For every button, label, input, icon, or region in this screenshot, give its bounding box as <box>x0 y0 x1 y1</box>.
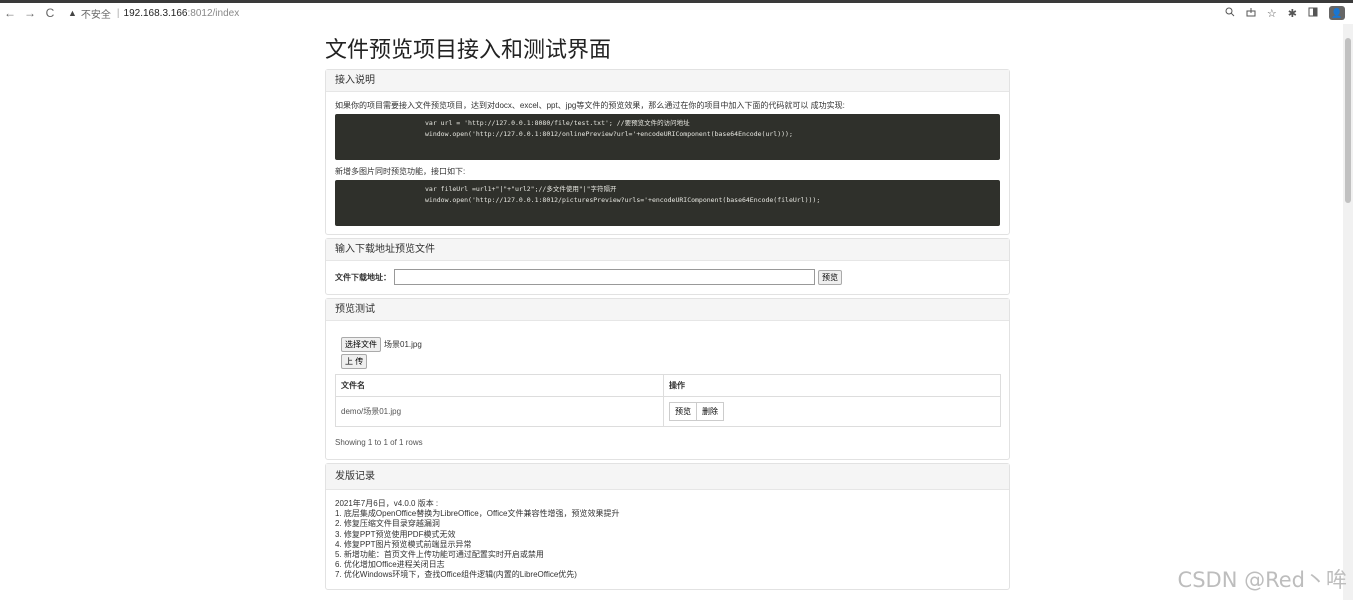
changelog-panel-heading: 发版记录 <box>326 464 1009 490</box>
extensions-icon[interactable]: ✱ <box>1288 7 1297 20</box>
back-button[interactable]: ← <box>0 6 20 20</box>
star-icon[interactable]: ☆ <box>1267 7 1277 20</box>
actions-cell: 预览 删除 <box>663 396 1001 427</box>
code-line: window.open('http://127.0.0.1:8012/pictu… <box>425 196 821 204</box>
multi-image-description: 新增多图片同时预览功能，接口如下: <box>335 167 466 176</box>
toolbar-icons: ☆ ✱ 👤 <box>1225 3 1345 23</box>
changelog-line: 1. 底层集成OpenOffice替换为LibreOffice，Office文件… <box>335 509 620 519</box>
address-bar[interactable]: ▲ 不安全 | 192.168.3.166 :8012/index <box>68 6 239 21</box>
forward-button[interactable]: → <box>20 6 40 20</box>
changelog-line: 2. 修复压缩文件目录穿越漏洞 <box>335 519 440 529</box>
code-line: var url = 'http://127.0.0.1:8080/file/te… <box>425 119 690 127</box>
code-line: var fileUrl =url1+"|"+"url2";//多文件使用"|"字… <box>425 185 617 193</box>
access-panel: 接入说明 如果你的项目需要接入文件预览项目，达到对docx、excel、ppt、… <box>325 69 1010 235</box>
zoom-icon[interactable] <box>1225 7 1235 20</box>
download-panel: 输入下载地址预览文件 文件下载地址： 预览 <box>325 238 1010 295</box>
access-panel-heading: 接入说明 <box>326 70 1009 92</box>
reload-button[interactable]: C <box>40 6 60 20</box>
file-chooser: 选择文件 场景01.jpg <box>341 337 1000 352</box>
column-header-filename: 文件名 <box>335 374 664 397</box>
column-header-actions: 操作 <box>663 374 1001 397</box>
table-header-row: 文件名 操作 <box>335 374 1001 397</box>
download-url-input[interactable] <box>394 269 815 285</box>
sidebar-icon[interactable] <box>1308 7 1318 20</box>
changelog-line: 5. 新增功能：首页文件上传功能可通过配置实时开启或禁用 <box>335 550 544 560</box>
url-path: :8012/index <box>187 7 240 19</box>
file-name-cell: demo/场景01.jpg <box>335 396 664 427</box>
page-container: 文件预览项目接入和测试界面 接入说明 如果你的项目需要接入文件预览项目，达到对d… <box>325 34 1010 590</box>
url-host: 192.168.3.166 <box>123 7 188 19</box>
code-block-multi: var fileUrl =url1+"|"+"url2";//多文件使用"|"字… <box>335 180 1000 226</box>
changelog-line: 7. 优化Windows环境下，查找Office组件逻辑(内置的LibreOff… <box>335 570 577 580</box>
code-block-single: var url = 'http://127.0.0.1:8080/file/te… <box>335 114 1000 160</box>
action-buttons: 预览 删除 <box>669 402 724 421</box>
pagination-info: Showing 1 to 1 of 1 rows <box>335 438 423 447</box>
changelog-line: 2021年7月6日，v4.0.0 版本 : <box>335 499 439 508</box>
preview-url-button[interactable]: 预览 <box>818 269 842 285</box>
test-panel: 预览测试 选择文件 场景01.jpg 上 传 文件名 操作 demo/场景01.… <box>325 298 1010 460</box>
download-panel-heading: 输入下载地址预览文件 <box>326 239 1009 261</box>
choose-file-button[interactable]: 选择文件 <box>341 337 381 352</box>
test-panel-heading: 预览测试 <box>326 299 1009 321</box>
download-form: 文件下载地址： 预览 <box>335 268 1000 286</box>
preview-file-button[interactable]: 预览 <box>669 402 697 421</box>
changelog-line: 3. 修复PPT预览使用PDF模式无效 <box>335 529 456 539</box>
code-line: window.open('http://127.0.0.1:8012/onlin… <box>425 130 793 138</box>
table-row: demo/场景01.jpg 预览 删除 <box>335 396 1001 427</box>
address-separator: | <box>116 7 120 19</box>
chosen-file-name: 场景01.jpg <box>384 340 422 349</box>
watermark: CSDN @Red丶哞 <box>1177 568 1347 592</box>
file-table: 文件名 操作 demo/场景01.jpg 预览 删除 <box>335 374 1001 427</box>
changelog-line: 6. 优化增加Office进程关闭日志 <box>335 560 445 570</box>
insecure-label: 不安全 <box>80 9 111 21</box>
browser-toolbar: ← → C ▲ 不安全 | 192.168.3.166 :8012/index … <box>0 3 1353 23</box>
page-title: 文件预览项目接入和测试界面 <box>325 37 612 62</box>
share-icon[interactable] <box>1246 7 1256 20</box>
changelog-body: 2021年7月6日，v4.0.0 版本 : 1. 底层集成OpenOffice替… <box>326 490 1009 589</box>
download-url-label: 文件下载地址： <box>335 272 391 282</box>
profile-icon[interactable]: 👤 <box>1329 6 1345 20</box>
warning-icon: ▲ <box>68 8 77 18</box>
access-description: 如果你的项目需要接入文件预览项目，达到对docx、excel、ppt、jpg等文… <box>335 101 845 110</box>
changelog-panel: 发版记录 2021年7月6日，v4.0.0 版本 : 1. 底层集成OpenOf… <box>325 463 1010 590</box>
delete-file-button[interactable]: 删除 <box>697 402 724 421</box>
changelog-line: 4. 修复PPT图片预览模式前端显示异常 <box>335 539 472 549</box>
scrollbar-thumb[interactable] <box>1345 38 1351 203</box>
upload-button[interactable]: 上 传 <box>341 354 368 369</box>
